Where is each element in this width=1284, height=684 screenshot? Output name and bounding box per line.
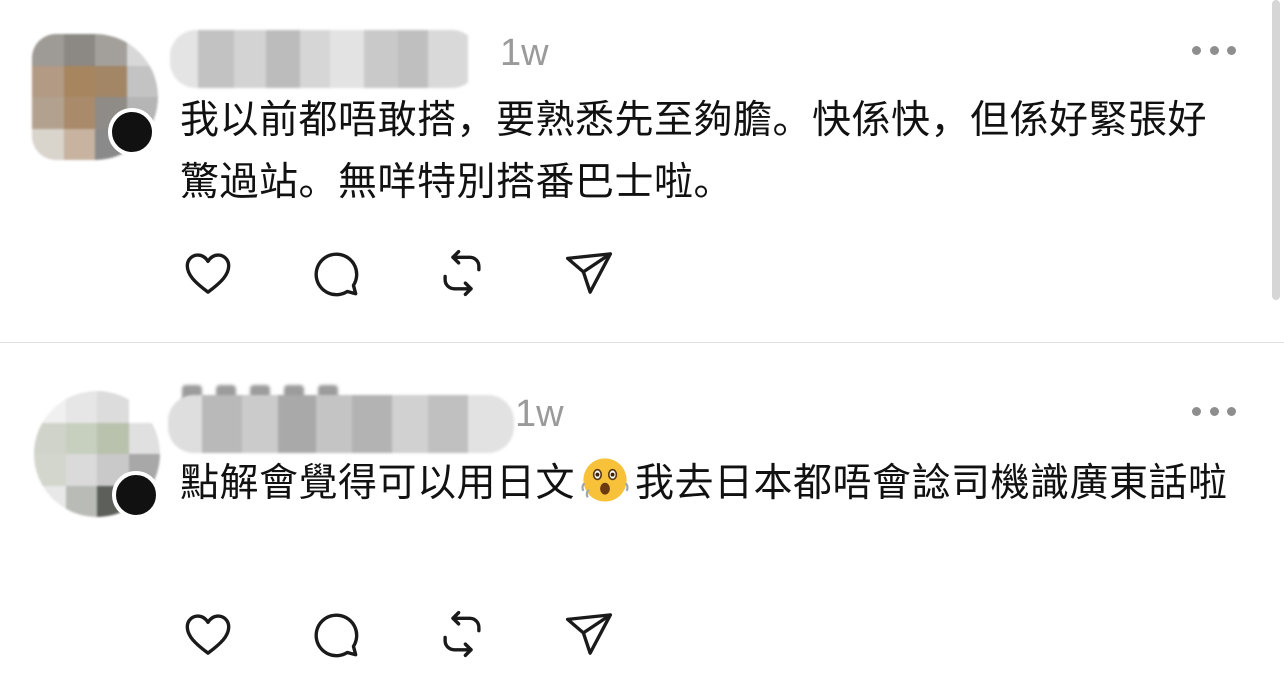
heart-icon (185, 253, 231, 294)
like-button[interactable] (180, 606, 236, 662)
timestamp: 1w (500, 32, 549, 74)
timestamp: 1w (515, 393, 564, 435)
comment-icon (314, 613, 359, 658)
comment-icon (314, 252, 359, 297)
repost-icon (443, 249, 481, 297)
repost-button[interactable] (434, 606, 490, 662)
more-dot (1227, 406, 1236, 416)
post-text: 我以前都唔敢搭，要熟悉先至夠膽。快係快，但係好緊張好驚過站。無咩特別搭番巴士啦。 (180, 98, 1208, 205)
more-dot (1192, 406, 1201, 416)
post-text-part: 我去日本都唔會諗司機識廣東話啦 (635, 461, 1228, 506)
username[interactable] (170, 30, 478, 88)
post-text-part: 點解會覺得可以用日文 (180, 461, 576, 506)
repost-button[interactable] (434, 245, 490, 301)
like-button[interactable] (180, 245, 236, 301)
follow-badge[interactable] (112, 471, 160, 519)
action-bar (180, 245, 688, 301)
thread-reply: 1w 我以前都唔敢搭，要熟悉先至夠膽。快係快，但係好緊張好驚過站。無咩特別搭番巴… (0, 0, 1284, 342)
astonished-face-emoji (581, 458, 629, 502)
heart-icon (185, 614, 231, 655)
repost-icon (443, 610, 481, 658)
more-dot (1209, 45, 1219, 55)
more-options-button[interactable] (1192, 401, 1236, 421)
thread-reply: 1w 點解會覺得可以用日文 我去日本都唔會諗司機識廣東話啦 (0, 343, 1284, 684)
post-text: 點解會覺得可以用日文 我去日本都唔會諗司機識廣東話啦 (180, 453, 1240, 515)
more-options-button[interactable] (1192, 40, 1236, 60)
username[interactable] (168, 395, 514, 453)
follow-badge[interactable] (108, 108, 156, 156)
more-dot (1227, 45, 1236, 55)
share-button[interactable] (561, 606, 617, 662)
scrollbar[interactable] (1272, 0, 1280, 300)
reply-button[interactable] (307, 245, 363, 301)
more-dot (1192, 45, 1201, 55)
action-bar (180, 606, 688, 662)
more-dot (1209, 406, 1219, 416)
send-icon (565, 252, 613, 294)
share-button[interactable] (561, 245, 617, 301)
send-icon (565, 613, 613, 655)
reply-button[interactable] (307, 606, 363, 662)
